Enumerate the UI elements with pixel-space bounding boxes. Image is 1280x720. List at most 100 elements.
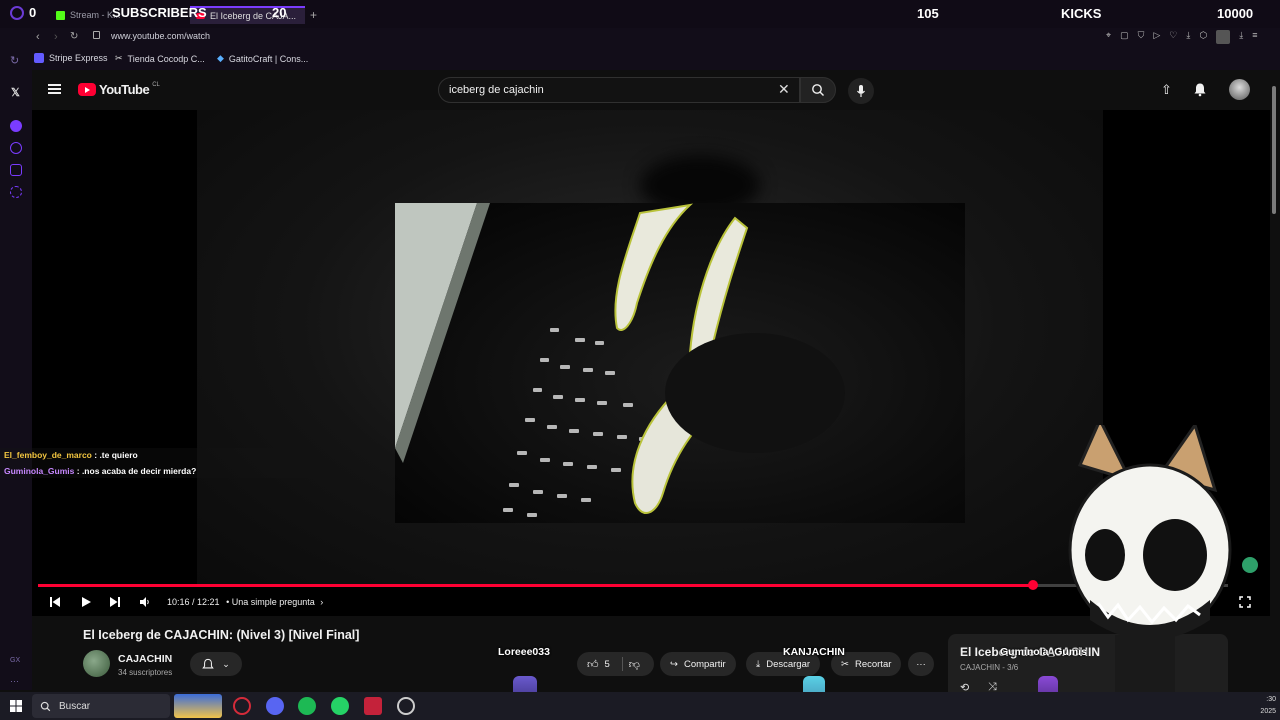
valorant-icon[interactable] [364,697,382,715]
bell-icon [202,658,214,668]
bookmark-stripe[interactable]: Stripe Express [34,53,108,63]
previous-button[interactable] [46,593,64,611]
kick-icon [56,10,65,20]
discord-icon[interactable] [266,697,284,715]
url-field[interactable]: www.youtube.com/watch [111,31,210,41]
pin-icon[interactable]: ⌖ [1106,30,1111,44]
youtube-logo-text: YouTube [99,82,150,97]
heart-icon[interactable]: ♡ [1169,30,1177,44]
next-button[interactable] [106,593,124,611]
reload-icon[interactable]: ↻ [70,31,78,42]
kicks-label: KICKS [1061,6,1102,21]
share-label: Compartir [683,658,726,670]
kicks-goal: 10000 [1217,6,1254,21]
page-scrollbar[interactable] [1272,86,1276,214]
notifications-button[interactable] [1193,82,1207,97]
chat-text: : .nos acaba de decir mierda? [76,466,197,476]
clock-time: :30 [1266,696,1276,703]
new-tab-icon[interactable]: + [310,8,317,22]
play-icon [82,597,91,607]
more-icon[interactable]: ··· [10,676,19,686]
bookmark-gatitocraft[interactable]: ◆ GatitoCraft | Cons... [217,53,308,64]
messenger-icon[interactable] [10,164,22,176]
settings-icon[interactable] [10,186,22,198]
play-icon[interactable]: ▷ [1153,30,1160,44]
time-display: 10:16 / 12:21 • Una simple pregunta › [167,597,323,607]
chat-text: : .te quiero [94,450,138,460]
time-label: 10:16 / 12:21 [167,597,220,607]
share-button[interactable]: ↪ Compartir [660,652,736,676]
gatitocraft-icon: ◆ [217,53,224,63]
volume-icon [140,597,149,607]
play-button[interactable] [77,593,95,611]
address-toolbar: ⌖ ▢ ⛉ ▷ ♡ ⤓ ⬡ ⤓ ≡ [1106,30,1257,44]
history-icon[interactable] [10,142,22,154]
viewer-name: Guminola_Gumis [1000,646,1087,658]
bookmark-label: Stripe Express [49,53,108,63]
youtube-logo[interactable]: YouTube CL [78,82,160,97]
taskbar-search[interactable]: Buscar [32,694,170,718]
start-button[interactable] [10,700,22,712]
back-icon[interactable]: ‹ [36,31,40,43]
download-label: Descargar [766,658,811,670]
clear-search-icon[interactable]: ✕ [778,81,790,98]
tienda-icon: ✂ [115,53,123,63]
download-icon: ⤓ [756,658,761,670]
extensions-icon[interactable]: ⬡ [1199,30,1207,44]
more-actions-button[interactable]: ··· [908,652,934,676]
account-avatar[interactable] [1229,79,1250,100]
viewer-name: Loreee033 [498,646,550,658]
bookmark-label: GatitoCraft | Cons... [228,53,309,64]
chat-message: Guminola_Gumis : .nos acaba de decir mie… [4,466,196,476]
search-icon [812,84,824,96]
opera-gx-logo[interactable] [10,6,24,20]
volume-button[interactable] [136,593,154,611]
subscriber-count: 34 suscriptores [118,668,173,677]
shield-icon[interactable]: ⛉ [1138,30,1145,44]
divider [621,657,623,671]
scissors-icon: ✂ [841,658,849,670]
like-count[interactable]: 5 [605,659,610,670]
opera-gx-taskbar-icon[interactable] [233,697,251,715]
gx-corner-icon[interactable]: ↻ [10,54,19,67]
system-clock[interactable]: :30 2025 [1260,694,1276,718]
forward-icon[interactable]: › [54,31,58,43]
skip-previous-icon [50,597,60,607]
dislike-icon[interactable]: 👎︎ [629,658,640,671]
spotify-icon[interactable] [298,697,316,715]
clip-label: Recortar [854,658,892,670]
gx-badge: GX [10,657,21,664]
skip-next-icon [110,597,120,607]
obs-icon[interactable] [397,697,415,715]
search-input[interactable]: iceberg de cajachin [438,77,800,103]
menu-icon[interactable]: ≡ [1252,30,1257,44]
chapter-label[interactable]: • Una simple pregunta [226,597,315,607]
subscribers-count: 0 [29,5,37,20]
voice-search-button[interactable] [848,78,874,104]
video-frame [395,203,965,523]
widgets-icon[interactable] [174,694,222,718]
taskbar-search-label: Buscar [59,700,91,712]
x-twitter-icon[interactable]: 𝕏 [11,86,20,99]
progress-fill [38,584,1034,587]
tab-youtube[interactable]: El Iceberg de CAJA... [190,6,305,24]
channel-name[interactable]: CAJACHIN [118,653,172,665]
streamer-skull-cat-avatar [1068,425,1258,695]
share-icon: ↪ [670,658,678,670]
profile-icon[interactable] [1216,30,1231,44]
tab-stream[interactable]: Stream - K... [56,6,121,24]
screenshot-icon[interactable]: ▢ [1120,30,1129,44]
download-icon[interactable]: ⤓ [1186,30,1190,44]
like-icon[interactable]: 👍︎ [587,658,599,671]
downloads-icon[interactable]: ⤓ [1239,30,1243,44]
subscription-bell-button[interactable]: ⌄ [190,652,242,676]
whatsapp-icon[interactable] [331,697,349,715]
upload-icon[interactable]: ⇧ [1161,82,1172,98]
channel-avatar[interactable] [83,650,110,677]
music-icon[interactable] [10,120,22,132]
search-button[interactable] [800,77,836,103]
hamburger-menu-icon[interactable] [48,84,61,94]
viewer-name: KANJACHIN [783,646,845,658]
progress-bar[interactable] [38,580,1228,590]
bookmark-tienda[interactable]: ✂ Tienda Cocodp C... [115,53,205,64]
